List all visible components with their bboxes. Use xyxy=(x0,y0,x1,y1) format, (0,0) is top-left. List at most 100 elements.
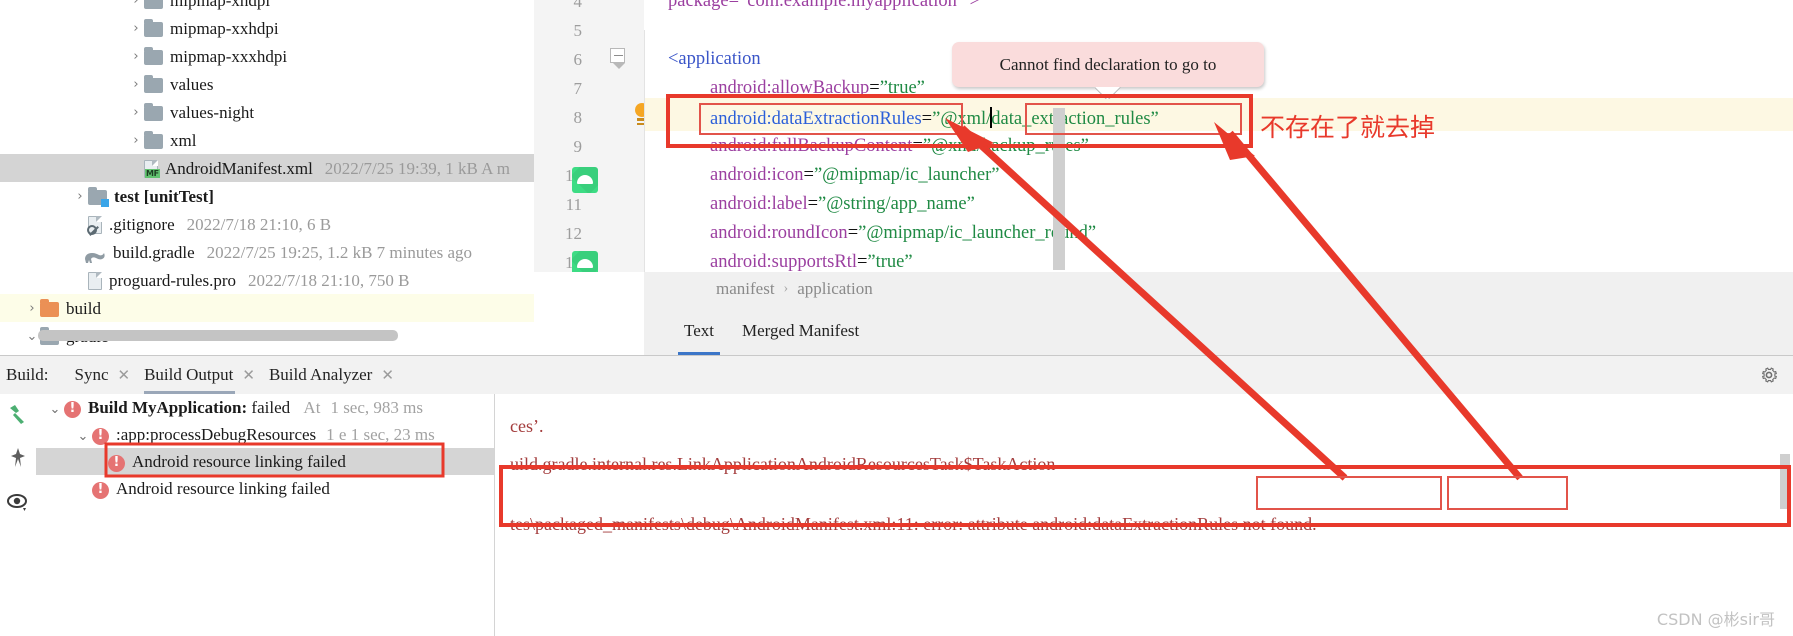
close-icon[interactable]: ✕ xyxy=(118,356,131,394)
tree-item-label: mipmap-xxhdpi xyxy=(170,19,279,39)
tree-row[interactable]: › mipmap-xxxhdpi xyxy=(0,42,534,70)
chevron-placeholder: › xyxy=(128,155,144,183)
tab-text[interactable]: Text xyxy=(670,306,728,355)
build-tree-row-linking-failed[interactable]: Android resource linking failed xyxy=(36,475,494,502)
build-row-suffix: At xyxy=(300,398,321,417)
code-token: android:label xyxy=(710,194,808,214)
build-hammer-icon[interactable] xyxy=(6,402,30,426)
chevron-right-icon[interactable]: › xyxy=(72,183,88,211)
code-line-8[interactable]: android:dataExtractionRules=”@xml/data_e… xyxy=(710,107,1159,130)
build-side-toolbar[interactable] xyxy=(0,394,36,636)
chevron-right-icon[interactable]: › xyxy=(128,99,144,127)
tree-row[interactable]: › xml xyxy=(0,126,534,154)
tab-build-analyzer[interactable]: Build Analyzer ✕ xyxy=(261,356,400,394)
code-line-4[interactable]: package=”com.example.myapplication” > xyxy=(668,0,980,12)
folder-icon xyxy=(144,102,163,121)
tree-row[interactable]: › values xyxy=(0,70,534,98)
console-error-notfound: not found. xyxy=(1242,514,1317,534)
editor-vertical-scrollbar[interactable] xyxy=(1053,108,1065,270)
close-icon[interactable]: ✕ xyxy=(381,356,394,394)
breadcrumb-separator-icon: › xyxy=(783,281,789,296)
gear-icon[interactable] xyxy=(1759,365,1779,385)
build-row-status: failed xyxy=(247,398,291,417)
tooltip-text: Cannot find declaration to go to xyxy=(999,54,1217,74)
manifest-file-icon: MF xyxy=(144,160,160,179)
tree-row-test[interactable]: › test [unitTest] xyxy=(0,182,534,210)
breadcrumb-item-manifest[interactable]: manifest xyxy=(716,279,775,299)
tree-row[interactable]: › mipmap-xhdpi xyxy=(0,0,534,14)
code-fold-icon[interactable] xyxy=(610,48,627,69)
tree-item-label: proguard-rules.pro xyxy=(109,271,236,291)
code-token: = xyxy=(912,136,923,156)
tab-label: Build Output xyxy=(144,365,234,384)
tree-row-gitignore[interactable]: .gitignore 2022/7/18 21:10, 6 B xyxy=(0,210,534,238)
tree-row-proguard[interactable]: proguard-rules.pro 2022/7/18 21:10, 750 B xyxy=(0,266,534,294)
chevron-right-icon[interactable]: › xyxy=(128,43,144,71)
tab-merged-manifest[interactable]: Merged Manifest xyxy=(728,306,873,355)
watermark: CSDN @彬sir哥 xyxy=(1656,610,1775,629)
folder-icon xyxy=(40,298,59,317)
tree-item-meta: 2022/7/25 19:39, 1 kB A m xyxy=(324,159,510,179)
chevron-right-icon[interactable]: › xyxy=(24,295,40,323)
editor-gutter[interactable]: 4 5 6 7 8 9 10 11 12 13 xyxy=(534,0,644,300)
error-icon xyxy=(92,480,109,499)
build-tree-row-root[interactable]: ⌄ Build MyApplication: failed At 1 sec, 98… xyxy=(36,394,494,421)
tree-item-label: mipmap-xhdpi xyxy=(170,0,271,11)
code-line-11[interactable]: android:label=”@string/app_name” xyxy=(710,194,975,215)
build-row-time: 1 e 1 sec, 23 ms xyxy=(326,425,435,444)
tree-row[interactable]: › values-night xyxy=(0,98,534,126)
line-number: 5 xyxy=(573,21,583,40)
tree-row-build-gradle[interactable]: build.gradle 2022/7/25 19:25, 1.2 kB 7 mi… xyxy=(0,238,534,266)
code-line-12[interactable]: android:roundIcon=”@mipmap/ic_launcher_r… xyxy=(710,223,1096,244)
line-number: 9 xyxy=(573,137,583,156)
tab-build-output[interactable]: Build Output ✕ xyxy=(136,356,261,394)
build-tool-window[interactable]: Build: Sync ✕ Build Output ✕ Build Analy… xyxy=(0,355,1793,636)
chevron-right-icon[interactable]: › xyxy=(128,0,144,14)
build-console-output[interactable]: ces’. uild.gradle.internal.res.LinkAppli… xyxy=(496,394,1793,636)
chevron-right-icon[interactable]: › xyxy=(128,127,144,155)
gradle-elephant-icon xyxy=(84,246,106,263)
tree-row-android-manifest[interactable]: ›MF AndroidManifest.xml 2022/7/25 19:39, 1… xyxy=(0,154,534,182)
error-icon xyxy=(64,399,81,418)
eye-icon[interactable] xyxy=(6,490,30,514)
code-token: <application xyxy=(668,49,761,69)
folder-icon xyxy=(144,0,163,9)
code-token: ”@mipmap/ic_launcher” xyxy=(813,165,1000,185)
code-line-6[interactable]: <application xyxy=(668,49,761,70)
error-icon xyxy=(108,453,125,472)
screenshot-root: › mipmap-xhdpi › mipmap-xxhdpi › mipmap-xxx… xyxy=(0,0,1793,636)
chevron-down-icon[interactable]: ⌄ xyxy=(74,423,92,450)
build-output-tree[interactable]: ⌄ Build MyApplication: failed At 1 sec, 98… xyxy=(36,394,495,636)
close-icon[interactable]: ✕ xyxy=(242,356,255,394)
line-number: 4 xyxy=(573,0,583,11)
build-header-bar[interactable]: Build: Sync ✕ Build Output ✕ Build Analy… xyxy=(0,356,1793,394)
code-line-10[interactable]: android:icon=”@mipmap/ic_launcher” xyxy=(710,165,999,186)
build-row-title: Android resource linking failed xyxy=(116,479,330,498)
tree-row[interactable]: › mipmap-xxhdpi xyxy=(0,14,534,42)
chevron-down-icon[interactable]: ⌄ xyxy=(46,396,64,423)
project-tree-panel[interactable]: › mipmap-xhdpi › mipmap-xxhdpi › mipmap-xxx… xyxy=(0,0,534,355)
code-token: ”@string/app_name” xyxy=(818,194,975,214)
breadcrumb-item-application[interactable]: application xyxy=(797,279,873,299)
console-vertical-scrollbar[interactable] xyxy=(1780,454,1790,509)
tree-horizontal-scrollbar[interactable] xyxy=(38,330,398,341)
folder-icon xyxy=(144,18,163,37)
chevron-right-icon[interactable]: › xyxy=(128,15,144,43)
code-line-13[interactable]: android:supportsRtl=”true” xyxy=(710,252,913,273)
code-line-7[interactable]: android:allowBackup=”true” xyxy=(710,78,925,99)
tree-row-build[interactable]: › build xyxy=(0,294,534,322)
tree-item-label: values-night xyxy=(170,103,255,123)
breadcrumb[interactable]: manifest › application xyxy=(644,272,1793,306)
editor-view-tabs[interactable]: Text Merged Manifest xyxy=(644,306,1793,355)
code-line-9[interactable]: android:fullBackupContent=”@xml/backup_r… xyxy=(710,136,1089,157)
build-tree-row-task[interactable]: ⌄:app:processDebugResources 1 e 1 sec, 23… xyxy=(36,421,494,448)
console-error-prefix: tes\packaged_manifests\debug\AndroidMani… xyxy=(510,514,1093,534)
line-number: 6 xyxy=(573,50,583,69)
pin-icon[interactable] xyxy=(6,446,30,470)
android-resource-icon[interactable] xyxy=(572,167,598,193)
tab-sync[interactable]: Sync ✕ xyxy=(67,356,137,394)
chevron-right-icon[interactable]: › xyxy=(128,71,144,99)
code-token: android:roundIcon xyxy=(710,223,848,243)
code-token: = xyxy=(803,165,814,185)
build-tree-row-linking-failed-selected[interactable]: Android resource linking failed xyxy=(36,448,494,475)
